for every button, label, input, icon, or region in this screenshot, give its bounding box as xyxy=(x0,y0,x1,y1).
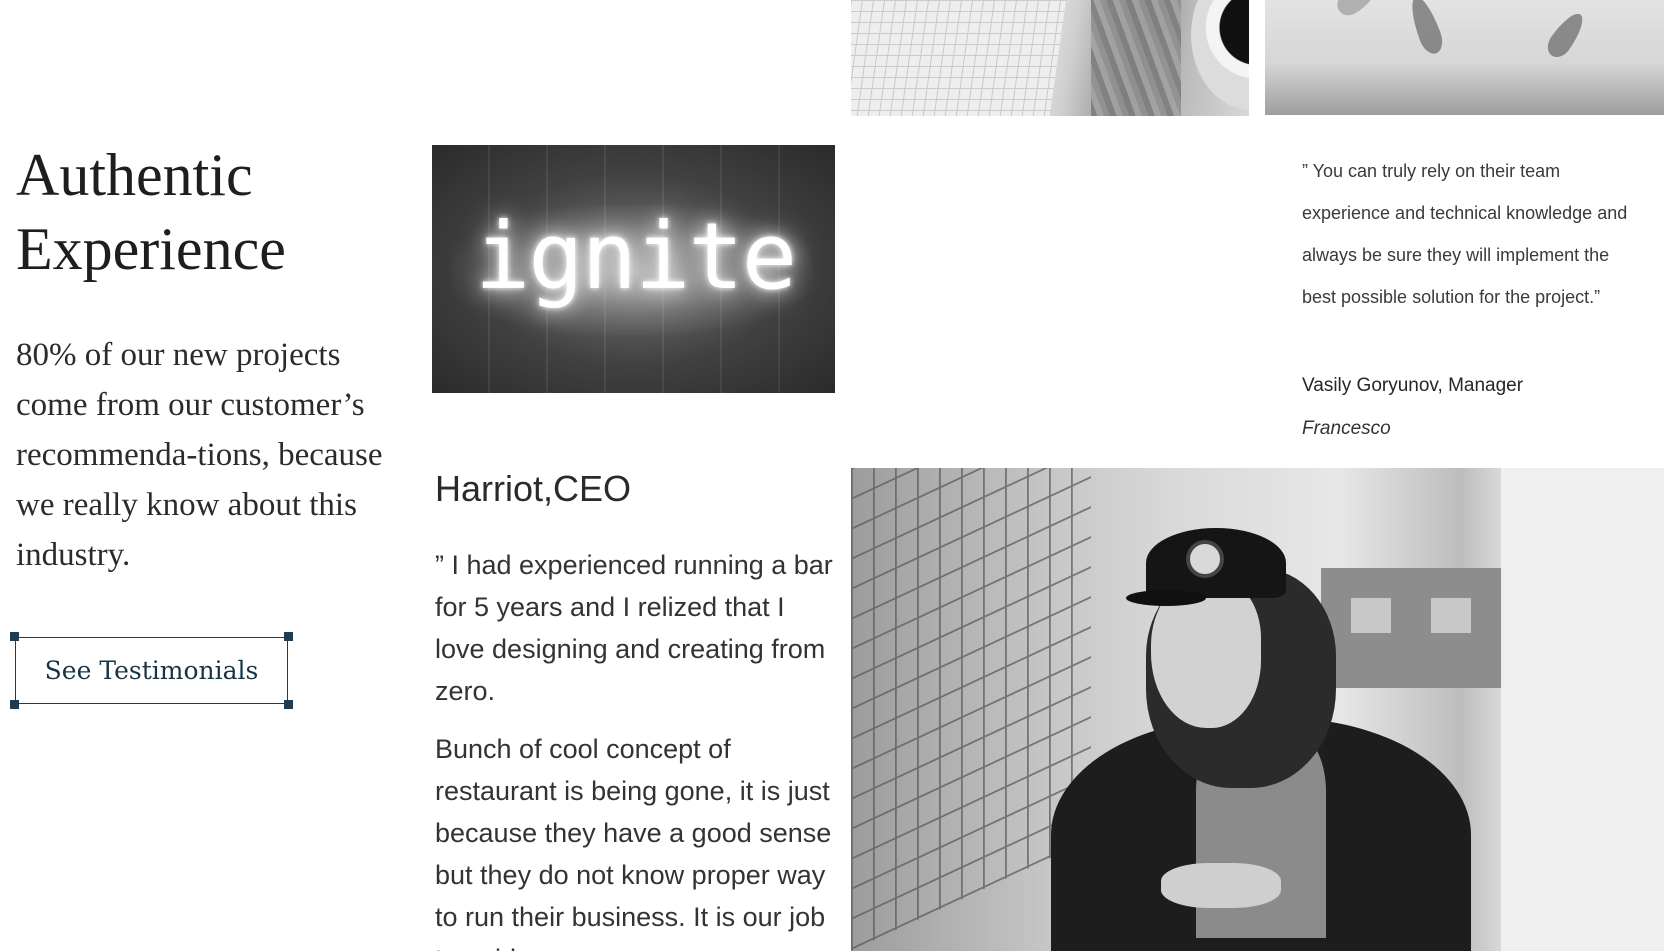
testimonial-company: Francesco xyxy=(1302,418,1391,439)
man-portrait-photo xyxy=(851,468,1664,951)
testimonial-author: Vasily Goryunov, Manager xyxy=(1302,375,1524,396)
neon-ignite-photo: ignite xyxy=(432,145,835,393)
intro-paragraph: 80% of our new projects come from our cu… xyxy=(16,337,383,573)
plant-photo xyxy=(1265,0,1664,115)
ceo-story-body: Bunch of cool concept of restaurant is b… xyxy=(435,734,832,951)
ceo-quote: ” I had experienced running a bar for 5 … xyxy=(435,550,833,706)
resize-handle-top-right[interactable] xyxy=(284,632,293,641)
notebook-coffee-photo xyxy=(851,0,1249,116)
see-testimonials-button[interactable]: See Testimonials xyxy=(10,632,293,709)
ceo-name-heading: Harriot,CEO xyxy=(435,468,632,509)
neon-sign-text: ignite xyxy=(474,203,797,310)
testimonial-quote: ” You can truly rely on their team exper… xyxy=(1302,161,1628,307)
resize-handle-top-left[interactable] xyxy=(10,632,19,641)
resize-handle-bottom-left[interactable] xyxy=(10,700,19,709)
see-testimonials-label: See Testimonials xyxy=(44,656,259,685)
section-heading: Authentic Experience xyxy=(16,142,286,282)
resize-handle-bottom-right[interactable] xyxy=(284,700,293,709)
